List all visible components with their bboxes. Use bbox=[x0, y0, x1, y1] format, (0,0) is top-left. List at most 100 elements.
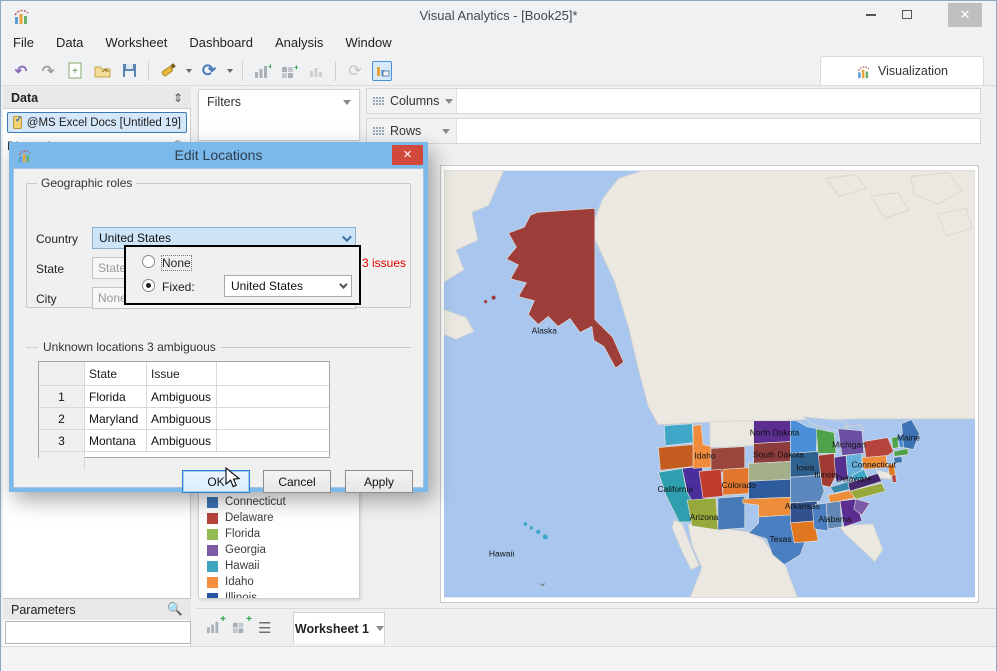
table-filler bbox=[217, 430, 329, 451]
save-icon[interactable] bbox=[119, 61, 139, 81]
columns-label: Columns bbox=[390, 94, 440, 108]
table-cell[interactable]: 2 bbox=[39, 408, 85, 429]
sheet-tab-bar: + + ☰ Worksheet 1 bbox=[198, 609, 996, 647]
status-bar bbox=[1, 646, 996, 671]
add-dashboard-icon[interactable]: + bbox=[279, 61, 299, 81]
minimize-button[interactable] bbox=[854, 3, 888, 27]
sort-icon[interactable]: ⇕ bbox=[173, 91, 183, 105]
columns-dropdown-caret[interactable] bbox=[445, 98, 454, 104]
unknown-locations-table[interactable]: State Issue 1 Florida Ambiguous 2 Maryland Ambi… bbox=[38, 361, 330, 470]
legend-label: Connecticut bbox=[225, 496, 286, 508]
cancel-button[interactable]: Cancel bbox=[263, 470, 331, 493]
rows-dropdown-caret[interactable] bbox=[442, 128, 450, 134]
svg-text:+: + bbox=[72, 66, 78, 77]
dialog-icon bbox=[18, 149, 31, 162]
table-cell[interactable]: Florida bbox=[85, 386, 147, 407]
map-label-delaware: Delaware bbox=[836, 473, 872, 483]
map-state-utah bbox=[698, 469, 724, 499]
fixed-radio-label[interactable]: Fixed: bbox=[162, 280, 195, 294]
none-radio[interactable] bbox=[142, 255, 155, 268]
table-cell[interactable]: Montana bbox=[85, 430, 147, 451]
country-chevron-icon[interactable] bbox=[341, 231, 352, 242]
table-filler bbox=[217, 408, 329, 429]
apply-button[interactable]: Apply bbox=[345, 470, 413, 493]
refresh-icon[interactable]: ⟳ bbox=[199, 61, 219, 81]
dialog-close-button[interactable]: ✕ bbox=[392, 145, 423, 165]
map-view[interactable]: Alaska Hawaii North Dakota South Dakota Idah… bbox=[440, 165, 979, 603]
geographic-roles-label: Geographic roles bbox=[37, 176, 137, 190]
parameters-input[interactable] bbox=[5, 621, 191, 644]
legend-item-illinois[interactable]: Illinois bbox=[199, 590, 359, 598]
visualization-tab[interactable]: Visualization bbox=[820, 56, 984, 85]
menu-analysis[interactable]: Analysis bbox=[275, 35, 323, 55]
legend-label: Idaho bbox=[225, 576, 254, 588]
refresh-dropdown-caret[interactable] bbox=[227, 68, 233, 73]
legend-item-idaho[interactable]: Idaho bbox=[199, 574, 359, 590]
table-header-cell[interactable]: Issue bbox=[147, 362, 217, 385]
table-cell[interactable]: 3 bbox=[39, 430, 85, 451]
map-label-colorado: Colorado bbox=[722, 480, 756, 490]
map-label-alabama: Alabama bbox=[818, 514, 852, 524]
legend-item-georgia[interactable]: Georgia bbox=[199, 542, 359, 558]
menu-dashboard[interactable]: Dashboard bbox=[189, 35, 253, 55]
legend-item-delaware[interactable]: Delaware bbox=[199, 510, 359, 526]
svg-text:+: + bbox=[268, 63, 271, 71]
map-label-arizona: Arizona bbox=[690, 512, 719, 522]
open-folder-icon[interactable] bbox=[92, 61, 112, 81]
columns-shelf[interactable]: Columns bbox=[366, 88, 981, 114]
map-label-alaska: Alaska bbox=[532, 325, 558, 335]
legend-item-florida[interactable]: Florida bbox=[199, 526, 359, 542]
rows-shelf[interactable]: Rows bbox=[366, 118, 981, 144]
none-radio-label[interactable]: None bbox=[161, 255, 192, 271]
parameters-header: Parameters 🔍 bbox=[3, 598, 191, 620]
maximize-button[interactable] bbox=[890, 3, 924, 27]
menu-file[interactable]: File bbox=[13, 35, 34, 55]
dialog-title-bar[interactable]: Edit Locations ✕ bbox=[13, 142, 424, 168]
menu-window[interactable]: Window bbox=[345, 35, 391, 55]
add-chart-icon[interactable]: + bbox=[252, 61, 272, 81]
legend-swatch bbox=[207, 560, 218, 572]
fixed-country-chevron-icon[interactable] bbox=[339, 280, 348, 289]
autofill-wand-icon[interactable] bbox=[158, 61, 178, 81]
map-label-michigan: Michigan bbox=[832, 440, 866, 450]
filters-shelf[interactable]: Filters bbox=[198, 89, 360, 141]
table-header-cell[interactable]: State bbox=[85, 362, 147, 385]
close-button[interactable]: ✕ bbox=[948, 3, 982, 27]
map-label-texas: Texas bbox=[769, 534, 791, 544]
data-connection-label: @MS Excel Docs [Untitled 19] bbox=[26, 116, 181, 129]
table-cell[interactable]: Ambiguous bbox=[147, 408, 217, 429]
map-canada bbox=[590, 170, 975, 426]
issues-count: 3 issues bbox=[362, 256, 407, 270]
fixed-radio[interactable] bbox=[142, 279, 155, 292]
show-visualization-icon[interactable] bbox=[372, 60, 392, 81]
wand-dropdown-caret[interactable] bbox=[186, 68, 192, 73]
map-label-arkansas: Arkansas bbox=[785, 501, 820, 511]
legend-item-hawaii[interactable]: Hawaii bbox=[199, 558, 359, 574]
new-worksheet-icon[interactable]: + bbox=[206, 614, 226, 637]
legend-item-connecticut[interactable]: Connecticut bbox=[199, 494, 359, 510]
table-cell[interactable]: 1 bbox=[39, 386, 85, 407]
data-connection-item[interactable]: @MS Excel Docs [Untitled 19] bbox=[7, 112, 187, 133]
worksheet-tab-caret[interactable] bbox=[376, 626, 384, 631]
table-cell[interactable]: Ambiguous bbox=[147, 386, 217, 407]
sheet-list-icon[interactable]: ☰ bbox=[258, 619, 271, 637]
map-state-new-york bbox=[863, 437, 894, 458]
color-legend[interactable]: Connecticut Delaware Florida Georgia Hawaii I… bbox=[198, 489, 360, 599]
table-cell[interactable]: Ambiguous bbox=[147, 430, 217, 451]
new-dashboard-icon[interactable]: + bbox=[232, 614, 252, 637]
table-cell[interactable]: Maryland bbox=[85, 408, 147, 429]
menu-data[interactable]: Data bbox=[56, 35, 83, 55]
filters-dropdown-caret[interactable] bbox=[343, 99, 351, 105]
us-map[interactable]: Alaska Hawaii North Dakota South Dakota Idah… bbox=[444, 169, 975, 599]
visualization-icon bbox=[857, 65, 870, 78]
visualization-tab-label: Visualization bbox=[878, 64, 948, 78]
legend-swatch bbox=[207, 576, 218, 588]
search-icon[interactable]: 🔍 bbox=[167, 602, 183, 617]
new-file-icon[interactable]: + bbox=[65, 61, 85, 81]
fixed-country-combobox[interactable]: United States bbox=[224, 275, 352, 297]
undo-icon[interactable]: ↶ bbox=[11, 61, 31, 81]
worksheet-tab[interactable]: Worksheet 1 bbox=[293, 612, 386, 644]
redo-icon[interactable]: ↷ bbox=[38, 61, 58, 81]
table-header-cell[interactable] bbox=[39, 362, 85, 385]
menu-worksheet[interactable]: Worksheet bbox=[105, 35, 167, 55]
